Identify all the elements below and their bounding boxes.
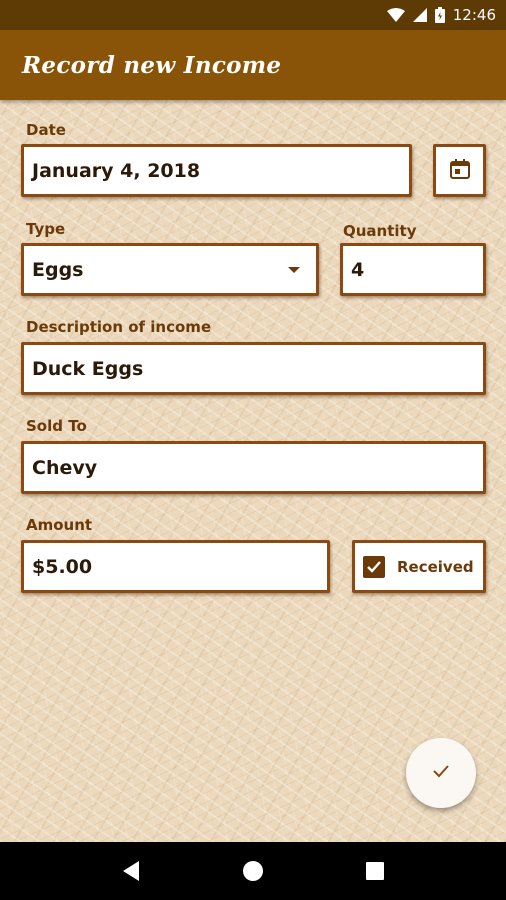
- calendar-button[interactable]: [433, 144, 486, 197]
- calendar-icon: [448, 157, 472, 185]
- quantity-label: Quantity: [343, 222, 417, 240]
- date-value: January 4, 2018: [32, 159, 201, 182]
- status-time: 12:46: [452, 6, 496, 24]
- amount-label: Amount: [26, 516, 93, 534]
- type-label: Type: [26, 220, 66, 238]
- quantity-value: 4: [351, 258, 365, 281]
- received-checkbox[interactable]: Received: [352, 540, 486, 593]
- app-bar: Record new Income: [0, 30, 506, 100]
- description-label: Description of income: [26, 318, 212, 336]
- description-field[interactable]: Duck Eggs: [21, 342, 486, 395]
- income-form: Date January 4, 2018 Type Eggs Quantity …: [0, 100, 506, 842]
- save-button[interactable]: [406, 738, 476, 808]
- sold-to-label: Sold To: [26, 417, 87, 435]
- checkbox-checked-icon: [363, 555, 385, 578]
- sold-to-field[interactable]: Chevy: [21, 441, 486, 494]
- back-button[interactable]: [111, 851, 151, 891]
- signal-icon: [412, 8, 427, 22]
- date-label: Date: [26, 121, 66, 139]
- quantity-field[interactable]: 4: [340, 243, 486, 296]
- amount-field[interactable]: $5.00: [21, 540, 330, 593]
- battery-icon: [434, 7, 445, 23]
- recents-button[interactable]: [355, 851, 395, 891]
- dropdown-arrow-icon: [288, 266, 300, 273]
- date-field[interactable]: January 4, 2018: [21, 144, 412, 197]
- home-icon: [243, 861, 263, 881]
- type-dropdown[interactable]: Eggs: [21, 243, 319, 296]
- home-button[interactable]: [233, 851, 273, 891]
- status-bar: 12:46: [0, 0, 506, 30]
- sold-to-value: Chevy: [32, 456, 98, 479]
- recents-icon: [366, 862, 384, 880]
- received-label: Received: [397, 557, 474, 576]
- navigation-bar: [0, 842, 506, 900]
- description-value: Duck Eggs: [32, 357, 144, 380]
- amount-value: $5.00: [32, 555, 93, 578]
- wifi-icon: [386, 8, 405, 22]
- page-title: Record new Income: [22, 51, 282, 79]
- check-icon: [429, 759, 453, 787]
- back-icon: [123, 861, 139, 881]
- type-value: Eggs: [32, 258, 84, 281]
